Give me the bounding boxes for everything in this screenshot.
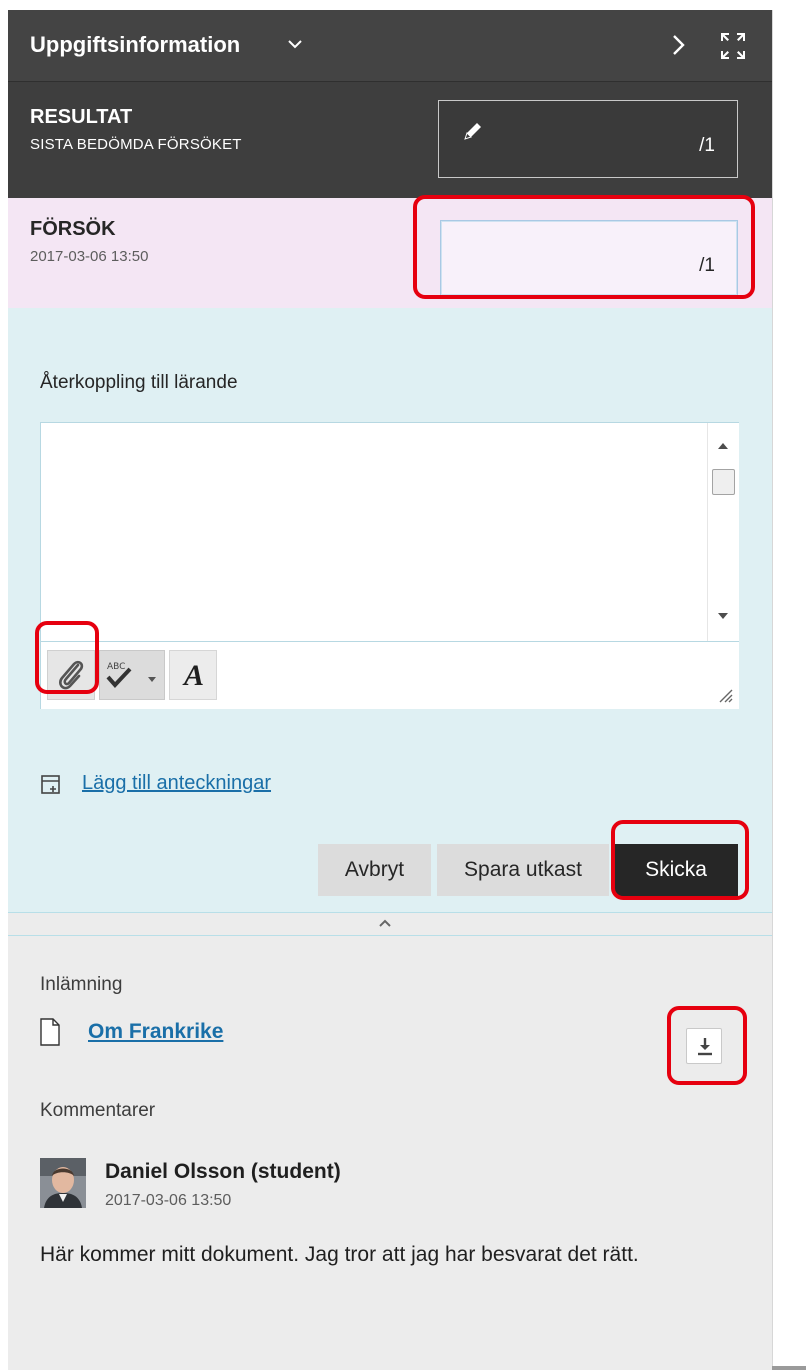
cancel-button[interactable]: Avbryt	[318, 844, 431, 896]
right-gutter	[772, 10, 806, 1370]
scroll-up-icon[interactable]	[718, 443, 728, 449]
document-icon	[40, 1018, 60, 1046]
spellcheck-button[interactable]: ABC	[99, 650, 165, 700]
text-format-button[interactable]: A	[169, 650, 217, 700]
feedback-textarea[interactable]	[41, 423, 706, 641]
gutter-bottom-bar	[772, 1366, 806, 1370]
submit-button[interactable]: Skicka	[614, 844, 738, 896]
svg-text:ABC: ABC	[107, 662, 125, 672]
chevron-down-icon[interactable]	[285, 34, 305, 54]
grading-panel: Uppgiftsinformation RESULTAT SISTA BEDÖM…	[8, 10, 772, 1370]
attempt-title: FÖRSÖK	[30, 218, 116, 240]
panel-title[interactable]: Uppgiftsinformation	[30, 32, 240, 58]
result-section: RESULTAT SISTA BEDÖMDA FÖRSÖKET /1	[8, 82, 772, 198]
collapse-toggle[interactable]	[8, 912, 772, 936]
panel-header: Uppgiftsinformation	[8, 10, 772, 82]
feedback-section: Återkoppling till lärande ABC A Lägg til…	[8, 308, 772, 912]
download-icon	[698, 1038, 712, 1056]
attempt-grade-input[interactable]: /1	[440, 220, 738, 296]
add-notes-label[interactable]: Lägg till anteckningar	[82, 772, 271, 795]
pencil-icon[interactable]	[461, 119, 485, 143]
result-title: RESULTAT	[30, 106, 133, 128]
submission-file-link[interactable]: Om Frankrike	[88, 1020, 223, 1044]
avatar	[40, 1158, 86, 1208]
chevron-up-icon[interactable]	[378, 918, 392, 928]
result-subtitle: SISTA BEDÖMDA FÖRSÖKET	[30, 136, 242, 153]
expand-icon[interactable]	[716, 29, 750, 63]
attempt-date: 2017-03-06 13:50	[30, 248, 149, 265]
comment-text: Här kommer mitt dokument. Jag tror att j…	[40, 1243, 639, 1266]
spellcheck-icon: ABC	[106, 662, 156, 688]
comment-author: Daniel Olsson (student)	[105, 1160, 341, 1183]
comment-date: 2017-03-06 13:50	[105, 1192, 232, 1209]
attempt-section: FÖRSÖK 2017-03-06 13:50 /1	[8, 198, 772, 308]
download-button[interactable]	[686, 1028, 722, 1064]
paperclip-icon	[59, 660, 84, 690]
save-draft-button[interactable]: Spara utkast	[437, 844, 609, 896]
editor-toolbar: ABC A	[41, 641, 739, 709]
feedback-label: Återkoppling till lärande	[40, 372, 238, 393]
result-score-field[interactable]: /1	[438, 100, 738, 178]
notes-icon	[40, 774, 62, 796]
comments-label: Kommentarer	[40, 1100, 156, 1121]
scroll-down-icon[interactable]	[718, 613, 728, 619]
editor-scrollbar[interactable]	[707, 423, 739, 641]
attach-file-button[interactable]	[47, 650, 95, 700]
scroll-thumb[interactable]	[712, 469, 735, 495]
feedback-editor: ABC A	[40, 422, 739, 709]
resize-handle-icon[interactable]	[717, 687, 733, 703]
text-format-icon: A	[183, 659, 204, 692]
submission-label: Inlämning	[40, 974, 123, 995]
attempt-score: /1	[699, 255, 715, 276]
chevron-right-icon[interactable]	[668, 32, 690, 58]
result-score: /1	[699, 135, 715, 156]
